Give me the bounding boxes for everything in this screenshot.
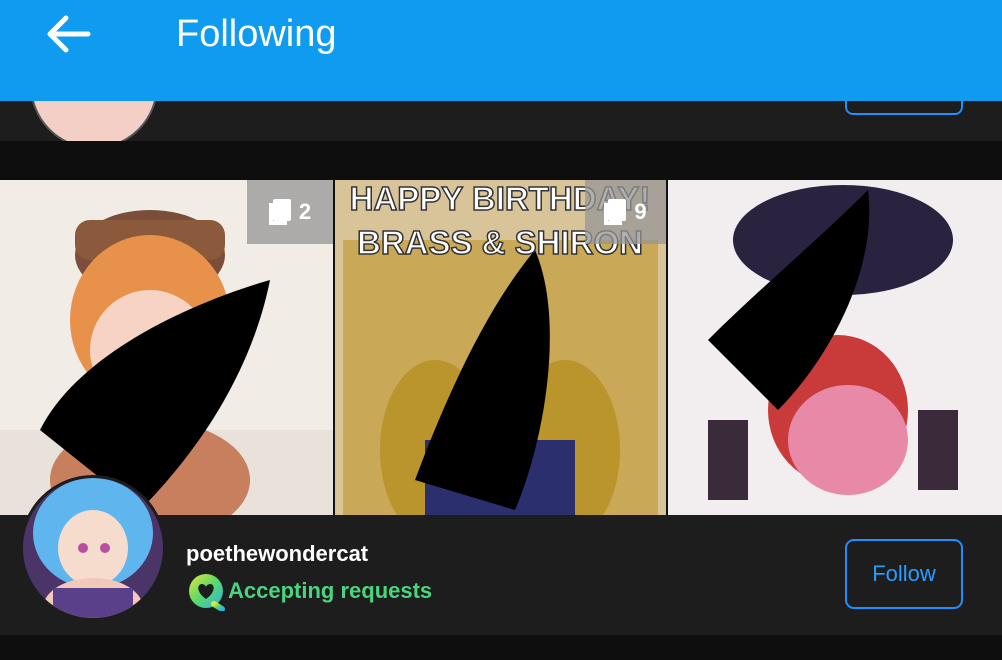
requests-heart-icon [189, 574, 225, 611]
artwork-thumbnail[interactable]: HAPPY BIRTHDAY! BRASS & SHIRON 9 [335, 180, 666, 515]
follow-button[interactable] [845, 101, 963, 115]
page-count-badge: 9 [585, 180, 666, 244]
artwork-gallery: 2 HAPPY BIRTHDAY! BRASS & SHIRON 9 [0, 180, 1002, 515]
divider [0, 635, 1002, 660]
arrow-left-icon [47, 15, 91, 53]
back-button[interactable] [44, 12, 92, 56]
follow-button[interactable]: Follow [845, 539, 963, 609]
page-count-badge: 2 [247, 180, 333, 244]
previous-user-card [0, 101, 1002, 141]
page-title: Following [176, 13, 337, 55]
pages-icon [604, 199, 627, 225]
page-count: 2 [298, 199, 312, 224]
username[interactable]: poethewondercat [186, 541, 368, 567]
pages-icon [268, 199, 291, 225]
request-status: Accepting requests [186, 573, 433, 611]
status-text: Accepting requests [228, 578, 433, 603]
avatar[interactable] [20, 475, 166, 621]
avatar[interactable] [30, 101, 158, 141]
artwork-thumbnail[interactable] [668, 180, 1002, 515]
page-count: 9 [634, 199, 647, 224]
artwork-image [668, 180, 1002, 515]
user-card: poethewondercat Accepting requests Follo… [0, 475, 1002, 635]
artwork-thumbnail[interactable]: 2 [0, 180, 333, 515]
divider [0, 141, 1002, 180]
avatar-image [23, 478, 163, 618]
app-bar: Following [0, 0, 1002, 101]
